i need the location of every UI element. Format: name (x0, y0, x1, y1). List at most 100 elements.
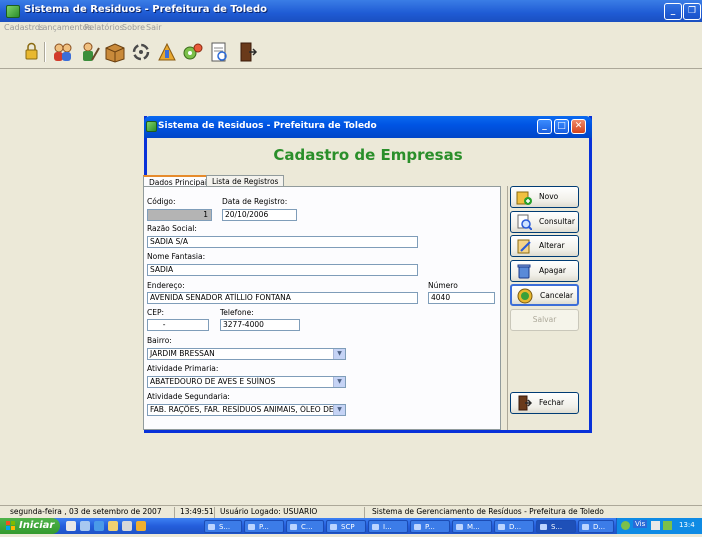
quicklaunch-icon[interactable] (66, 521, 76, 531)
gears-icon[interactable] (180, 40, 206, 64)
atividade-segundaria-value: FAB. RAÇÕES, FAR. RESÍDUOS ANIMAIS, ÓLEO… (150, 405, 346, 414)
menu-sair[interactable]: Sair (146, 23, 162, 32)
task-item[interactable]: I... (368, 520, 408, 533)
task-item[interactable]: P... (410, 520, 450, 533)
novo-button[interactable]: Novo (510, 186, 579, 208)
novo-label: Novo (539, 192, 559, 201)
package-icon[interactable] (102, 40, 128, 64)
system-tray: Vis 13:4 (616, 518, 702, 534)
bairro-value: JARDIM BRESSAN (150, 349, 215, 358)
task-item[interactable]: D... (494, 520, 534, 533)
quicklaunch-icon[interactable] (94, 521, 104, 531)
codigo-label: Código: (147, 197, 176, 206)
menu-sobre[interactable]: Sobre (122, 23, 145, 32)
atividade-segundaria-label: Atividade Segundaria: (147, 392, 230, 401)
telefone-label: Telefone: (220, 308, 254, 317)
form-heading: Cadastro de Empresas (273, 146, 463, 164)
toolbar (0, 36, 702, 69)
apagar-label: Apagar (539, 266, 566, 275)
telefone-field[interactable]: 3277-4000 (220, 319, 300, 331)
status-bar: segunda-feira , 03 de setembro de 2007 1… (0, 505, 702, 519)
windows-logo-icon (6, 521, 16, 531)
atividade-primaria-select[interactable]: ABATEDOURO DE AVES E SUÍNOS ▼ (147, 376, 346, 388)
bairro-select[interactable]: JARDIM BRESSAN ▼ (147, 348, 346, 360)
razao-social-field[interactable]: SADIA S/A (147, 236, 418, 248)
tray-icon[interactable] (651, 521, 660, 530)
task-item[interactable]: D... (578, 520, 614, 533)
clock: 13:4 (679, 521, 695, 529)
salvar-button[interactable]: Salvar (510, 309, 579, 331)
start-button[interactable]: Iniciar (0, 518, 60, 534)
task-item[interactable]: SCP (326, 520, 366, 533)
nome-fantasia-field[interactable]: SADIA (147, 264, 418, 276)
cancelar-button[interactable]: Cancelar (510, 284, 579, 306)
dialog-title: Sistema de Residuos - Prefeitura de Tole… (158, 121, 377, 131)
dialog-app-icon (146, 121, 157, 132)
dialog-minimize-button[interactable]: _ (537, 119, 552, 134)
dialog-maximize-button[interactable]: □ (554, 119, 569, 134)
task-item[interactable]: M... (452, 520, 492, 533)
tools-icon[interactable] (154, 40, 180, 64)
cep-label: CEP: (147, 308, 165, 317)
quicklaunch-icon[interactable] (108, 521, 118, 531)
main-title-bar: Sistema de Residuos - Prefeitura de Tole… (0, 0, 702, 22)
menu-relatorios[interactable]: Relatórios (84, 23, 124, 32)
consultar-button[interactable]: Consultar (510, 211, 579, 233)
atividade-segundaria-select[interactable]: FAB. RAÇÕES, FAR. RESÍDUOS ANIMAIS, ÓLEO… (147, 404, 346, 416)
bairro-label: Bairro: (147, 336, 172, 345)
fechar-label: Fechar (539, 398, 565, 407)
recycle-icon[interactable] (128, 40, 154, 64)
quicklaunch-icon[interactable] (122, 521, 132, 531)
start-label: Iniciar (19, 520, 55, 531)
nome-fantasia-label: Nome Fantasia: (147, 252, 206, 261)
exit-icon[interactable] (234, 40, 260, 64)
codigo-field: 1 (147, 209, 212, 221)
chevron-down-icon[interactable]: ▼ (333, 349, 345, 359)
add-icon (516, 189, 532, 205)
lock-icon[interactable] (18, 40, 44, 64)
endereco-field[interactable]: AVENIDA SENADOR ATÍLLIO FONTANA (147, 292, 418, 304)
status-date: segunda-feira , 03 de setembro de 2007 (10, 507, 162, 516)
task-item[interactable]: P... (244, 520, 284, 533)
main-window-title: Sistema de Residuos - Prefeitura de Tole… (24, 4, 267, 15)
cep-field[interactable]: - (147, 319, 209, 331)
numero-field[interactable]: 4040 (428, 292, 495, 304)
trash-icon (516, 263, 532, 279)
tray-icon[interactable] (621, 521, 630, 530)
tray-icon[interactable] (663, 521, 672, 530)
data-registro-field[interactable]: 20/10/2006 (222, 209, 297, 221)
exit-icon (516, 395, 533, 411)
quicklaunch-icon[interactable] (136, 521, 146, 531)
users-icon[interactable] (50, 40, 76, 64)
minimize-button[interactable]: _ (664, 3, 682, 20)
atividade-primaria-value: ABATEDOURO DE AVES E SUÍNOS (150, 377, 276, 386)
chevron-down-icon[interactable]: ▼ (333, 405, 345, 415)
report-icon[interactable] (206, 40, 232, 64)
atividade-primaria-label: Atividade Primaria: (147, 364, 219, 373)
edit-icon (516, 238, 532, 254)
task-item-active[interactable]: S... (536, 520, 576, 533)
search-icon (516, 214, 533, 231)
status-user: Usuário Logado: USUARIO (220, 507, 318, 516)
app-icon (6, 5, 20, 18)
numero-label: Número (428, 281, 458, 290)
maximize-button[interactable]: ❐ (683, 3, 701, 20)
status-time: 13:49:51 (180, 507, 214, 516)
razao-social-label: Razão Social: (147, 224, 197, 233)
fechar-button[interactable]: Fechar (510, 392, 579, 414)
chevron-down-icon[interactable]: ▼ (333, 377, 345, 387)
task-item[interactable]: S... (204, 520, 242, 533)
alterar-button[interactable]: Alterar (510, 235, 579, 257)
status-system: Sistema de Gerenciamento de Resíduos - P… (372, 507, 604, 516)
apagar-button[interactable]: Apagar (510, 260, 579, 282)
data-registro-label: Data de Registro: (222, 197, 288, 206)
worker-icon[interactable] (76, 40, 102, 64)
salvar-label: Salvar (532, 315, 557, 324)
tray-text[interactable]: Vis (633, 520, 648, 528)
consultar-label: Consultar (539, 217, 575, 226)
cancel-icon (517, 288, 533, 304)
alterar-label: Alterar (539, 241, 565, 250)
quicklaunch-icon[interactable] (80, 521, 90, 531)
dialog-close-button[interactable]: ✕ (571, 119, 586, 134)
task-item[interactable]: C... (286, 520, 324, 533)
